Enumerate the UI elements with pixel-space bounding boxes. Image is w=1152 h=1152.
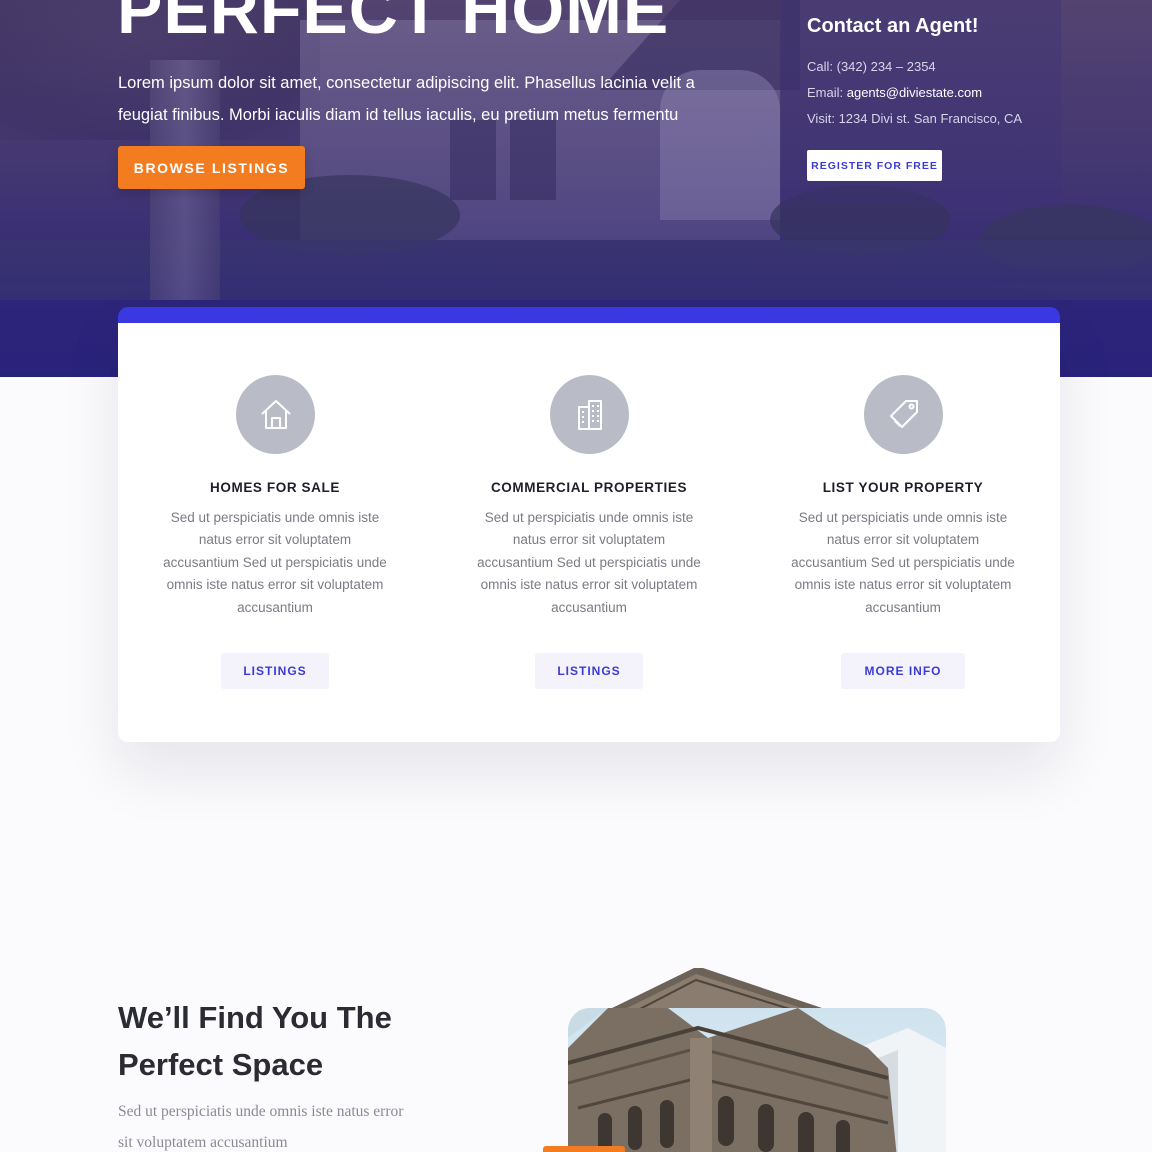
contact-visit-label: Visit: (807, 111, 839, 126)
homes-listings-button[interactable]: LISTINGS (221, 653, 329, 689)
commercial-listings-button[interactable]: LISTINGS (535, 653, 643, 689)
contact-title: Contact an Agent! (807, 15, 979, 37)
contact-call: Call: (342) 234 – 2354 (807, 59, 936, 74)
contact-call-value: (342) 234 – 2354 (836, 59, 936, 74)
more-info-button[interactable]: MORE INFO (841, 653, 965, 689)
service-description: Sed ut perspiciatis unde omnis iste natu… (791, 510, 1015, 615)
hero-title: PERFECT HOME (117, 0, 670, 48)
building-icon (550, 375, 629, 454)
service-title: HOMES FOR SALE (210, 480, 340, 495)
contact-visit-value: 1234 Divi st. San Francisco, CA (838, 111, 1023, 126)
contact-email-label: Email: (807, 85, 847, 100)
building-photo-top (568, 960, 946, 1010)
contact-visit: Visit: 1234 Divi st. San Francisco, CA (807, 111, 1022, 126)
service-description: Sed ut perspiciatis unde omnis iste natu… (163, 510, 387, 615)
register-button[interactable]: REGISTER FOR FREE (807, 150, 942, 181)
section-title: We’ll Find You The Perfect Space (118, 1000, 392, 1082)
section-description: Sed ut perspiciatis unde omnis iste natu… (118, 1103, 404, 1151)
contact-email: Email: agents@diviestate.com (807, 85, 982, 100)
service-title: COMMERCIAL PROPERTIES (490, 480, 688, 495)
building-photo (568, 1008, 946, 1152)
contact-call-label: Call: (807, 59, 837, 74)
tag-icon (864, 375, 943, 454)
hero-description: Lorem ipsum dolor sit amet, consectetur … (118, 74, 695, 124)
browse-listings-button[interactable]: BROWSE LISTINGS (118, 146, 305, 189)
contact-email-link[interactable]: agents@diviestate.com (847, 85, 982, 100)
orange-accent-bar (543, 1146, 625, 1152)
service-title: LIST YOUR PROPERTY (822, 480, 984, 495)
service-description: Sed ut perspiciatis unde omnis iste natu… (477, 510, 701, 615)
home-icon (236, 375, 315, 454)
